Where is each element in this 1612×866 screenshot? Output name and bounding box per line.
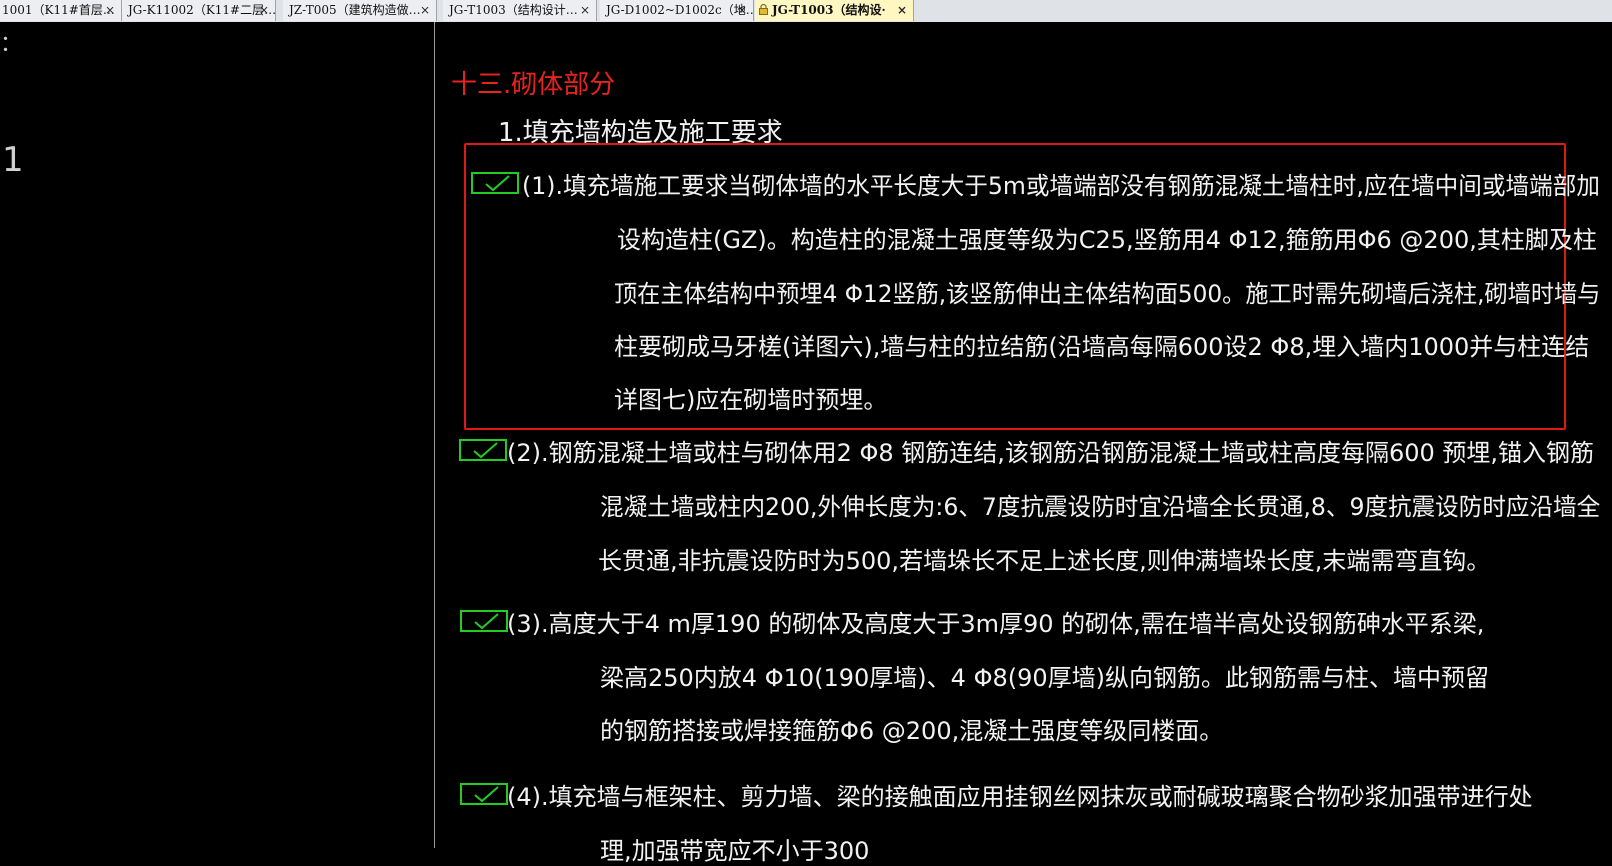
item-1-line-2: 设构造柱(GZ)。构造柱的混凝土强度等级为C25,竖筋用4 Φ12,箍筋用Φ6 … xyxy=(617,226,1597,254)
tab-1001[interactable]: 1001（K11#首层… × xyxy=(0,0,122,21)
item-3-line-2: 梁高250内放4 Φ10(190厚墙)、4 Φ8(90厚墙)纵向钢筋。此钢筋需与… xyxy=(600,664,1489,692)
tab-label: JG-T1003（结构设计… xyxy=(449,3,578,17)
tab-label: JG-K11002（K11#二层… xyxy=(128,3,276,17)
item-1-line-1: (1).填充墙施工要求当砌体墙的水平长度大于5m或墙端部没有钢筋混凝土墙柱时,应… xyxy=(522,172,1600,200)
checkbox-check-icon[interactable] xyxy=(460,610,508,632)
checkbox-check-icon[interactable] xyxy=(471,172,519,194)
close-icon[interactable]: × xyxy=(420,0,430,21)
item-3-line-3: 的钢筋搭接或焊接箍筋Φ6 @200,混凝土强度等级同楼面。 xyxy=(600,717,1224,745)
item-2-line-1: (2).钢筋混凝土墙或柱与砌体用2 Φ8 钢筋连结,该钢筋沿钢筋混凝土墙或柱高度… xyxy=(507,439,1595,467)
left-panel-mark: ： xyxy=(0,32,23,57)
tab-jz-t005[interactable]: JZ-T005（建筑构造做… × xyxy=(283,0,437,21)
item-1-line-3: 顶在主体结构中预埋4 Φ12竖筋,该竖筋伸出主体结构面500。施工时需先砌墙后浇… xyxy=(614,280,1601,308)
tab-jg-t1003[interactable]: JG-T1003（结构设计… × xyxy=(443,0,597,21)
left-panel-mark: 1 xyxy=(2,140,24,180)
item-1-line-4: 柱要砌成马牙槎(详图六),墙与柱的拉结筋(沿墙高每隔600设2 Φ8,埋入墙内1… xyxy=(614,333,1590,361)
tab-label: JG-D1002~D1002c（地… xyxy=(606,3,754,17)
checkbox-check-icon[interactable] xyxy=(459,439,507,461)
close-icon[interactable]: × xyxy=(105,0,115,21)
tab-jg-k11002[interactable]: JG-K11002（K11#二层… × xyxy=(122,0,276,21)
item-1-line-5: 详图七)应在砌墙时预埋。 xyxy=(614,386,888,414)
lock-icon xyxy=(759,4,768,15)
checkbox-check-icon[interactable] xyxy=(460,783,508,805)
item-4-line-2: 理,加强带宽应不小于300 xyxy=(600,837,870,865)
tab-label: JZ-T005（建筑构造做… xyxy=(289,3,421,17)
tab-jg-t1003-active[interactable]: JG-T1003（结构设· × xyxy=(755,0,914,21)
item-2-line-2: 混凝土墙或柱内200,外伸长度为:6、7度抗震设防时宜沿墙全长贯通,8、9度抗震… xyxy=(600,493,1601,521)
divider-line xyxy=(434,22,435,848)
close-icon[interactable]: × xyxy=(897,0,907,21)
close-icon[interactable]: × xyxy=(580,0,590,21)
close-icon[interactable]: × xyxy=(737,0,747,21)
tab-label: JG-T1003（结构设· xyxy=(772,3,886,17)
tab-jg-d1002[interactable]: JG-D1002~D1002c（地… × xyxy=(600,0,754,21)
document-tab-bar: 1001（K11#首层… × JG-K11002（K11#二层… × JZ-T0… xyxy=(0,0,1612,23)
item-4-line-1: (4).填充墙与框架柱、剪力墙、梁的接触面应用挂钢丝网抹灰或耐碱玻璃聚合物砂浆加… xyxy=(507,783,1533,811)
close-icon[interactable]: × xyxy=(259,0,269,21)
section-title: 十三.砌体部分 xyxy=(451,70,616,100)
item-3-line-1: (3).高度大于4 m厚190 的砌体及高度大于3m厚90 的砌体,需在墙半高处… xyxy=(507,610,1485,638)
item-2-line-3: 长贯通,非抗震设防时为500,若墙垛长不足上述长度,则伸满墙垛长度,末端需弯直钩… xyxy=(598,547,1491,575)
tab-label: 1001（K11#首层… xyxy=(2,3,115,17)
